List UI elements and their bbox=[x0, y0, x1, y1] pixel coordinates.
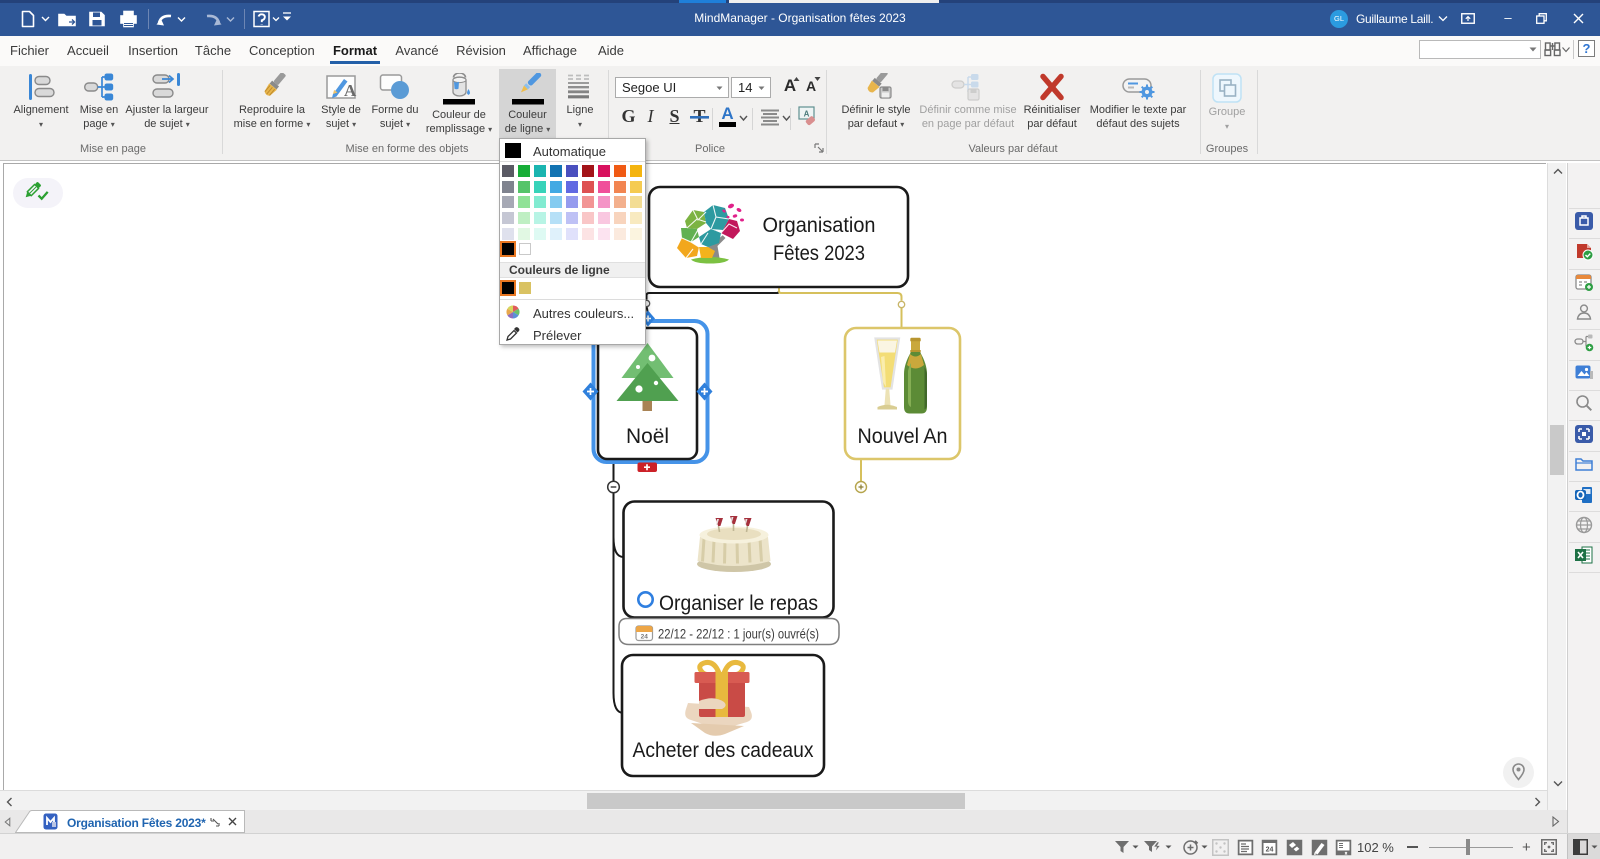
svg-text:A: A bbox=[344, 81, 357, 100]
svg-text:Organisation: Organisation bbox=[763, 213, 876, 237]
svg-text:Nouvel An: Nouvel An bbox=[858, 424, 948, 448]
svg-text:Noël: Noël bbox=[626, 424, 669, 448]
svg-text:Fêtes 2023: Fêtes 2023 bbox=[773, 241, 865, 265]
svg-text:22/12 - 22/12 : 1 jour(s) ouvr: 22/12 - 22/12 : 1 jour(s) ouvré(s) bbox=[658, 627, 819, 642]
svg-text:A: A bbox=[804, 110, 810, 119]
svg-text:24: 24 bbox=[641, 634, 649, 641]
svg-text:Acheter des cadeaux: Acheter des cadeaux bbox=[633, 738, 814, 762]
svg-text:Organiser le repas: Organiser le repas bbox=[659, 591, 818, 615]
svg-text:24: 24 bbox=[1266, 847, 1274, 854]
